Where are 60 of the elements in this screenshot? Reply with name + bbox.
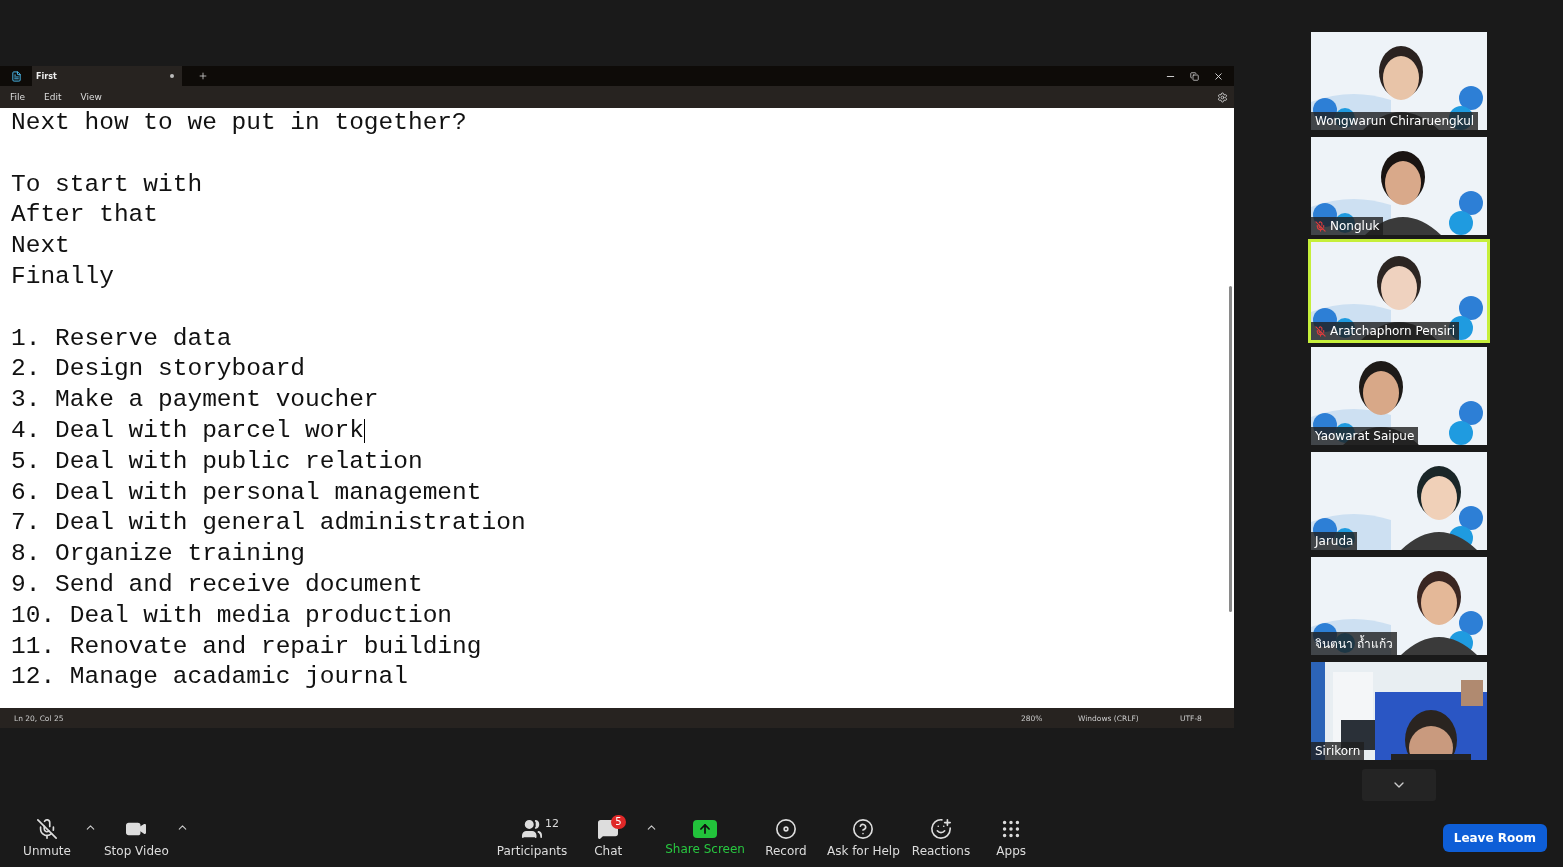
share-screen-icon [693,819,718,838]
participant-name: จินตนา ถ้ำแก้ว [1315,634,1393,653]
text-line: 8. Organize training [11,540,306,568]
video-tile[interactable]: Sirikorn [1311,662,1487,760]
notepad-icon [10,70,22,82]
text-line: 7. Deal with general administration [11,509,526,537]
video-tile[interactable]: Nongluk [1311,137,1487,235]
text-line: 1. Reserve data [11,324,232,352]
video-tile[interactable]: Wongwarun Chiraruengkul [1311,32,1487,130]
menu-item[interactable]: View [80,92,102,102]
video-tile[interactable]: Aratchaphorn Pensiri [1311,242,1487,340]
text-line: 9. Send and receive document [11,570,423,598]
restore-icon[interactable] [1190,71,1199,81]
record-icon [774,817,797,840]
file-tab[interactable]: First [32,66,182,86]
text-line: After that [11,201,159,229]
text-line: 12. Manage acadamic journal [11,663,408,691]
close-icon[interactable] [1213,70,1224,82]
settings-icon[interactable] [1217,91,1228,103]
text-line: Finally [11,263,114,290]
participant-name: Wongwarun Chiraruengkul [1315,114,1475,128]
scrollbar-thumb[interactable] [1229,286,1232,612]
chat-button[interactable]: Chat 5 [573,811,644,864]
record-button[interactable]: Record [750,811,821,864]
menu-item[interactable]: File [10,92,26,102]
text-line: 2. Design storyboard [11,355,306,383]
text-line: 6. Deal with personal management [11,478,482,506]
text-line: 4. Deal with parcel work [11,416,364,444]
participant-name: Aratchaphorn Pensiri [1330,324,1456,338]
participant-name: Jaruda [1315,534,1354,548]
text-line: 10. Deal with media production [11,601,453,629]
apps-button[interactable]: Apps [976,811,1047,864]
video-tile[interactable]: Yaowarat Saipue [1311,347,1487,445]
text-line: Next how to we put in together? [11,109,467,136]
chat-bubble-icon [597,817,620,840]
text-line: 11. Renovate and repair building [11,632,482,660]
participants-button[interactable]: Participants 12 [490,811,574,864]
question-mark-icon [852,817,875,840]
people-icon [520,817,543,840]
tab-title: First [36,71,57,81]
participant-name: Yaowarat Saipue [1315,429,1415,443]
text-line: To start with [11,170,203,198]
leave-room-button[interactable]: Leave Room [1442,823,1547,852]
menu-item[interactable]: Edit [44,92,62,102]
help-button[interactable]: Ask for Help [820,811,906,864]
participant-count: 12 [544,816,559,830]
participant-name: Sirikorn [1315,744,1361,758]
video-tile[interactable]: จินตนา ถ้ำแก้ว [1311,557,1487,655]
reactions-button[interactable]: Reactions [905,811,977,864]
text-line: Next [11,232,70,260]
text-line: 3. Make a payment voucher [11,386,379,414]
unread-badge: 5 [611,814,626,829]
participant-name: Nongluk [1330,219,1380,233]
mic-button[interactable]: Unmute [12,811,82,864]
new-tab-icon[interactable] [198,71,208,81]
share-button[interactable]: Share Screen [659,811,751,864]
smiley-icon [930,817,952,840]
video-tile[interactable]: Jaruda [1311,452,1487,550]
text-line: 5. Deal with public relation [11,447,423,475]
video-button[interactable]: Stop Video [98,811,175,864]
